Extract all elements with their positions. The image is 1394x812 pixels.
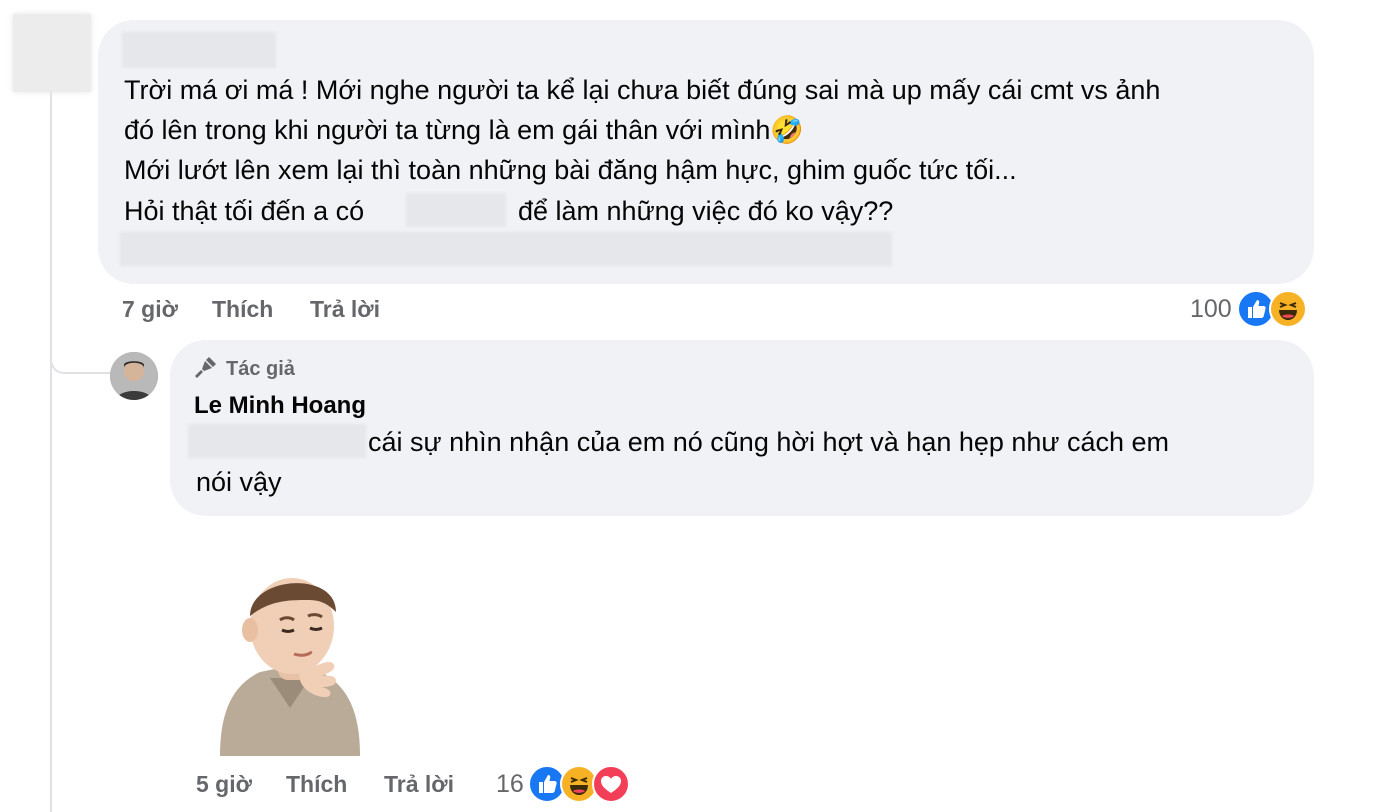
- blurred-line: [120, 232, 892, 266]
- comment-1-line-4b: để làm những việc đó ko vậy??: [518, 196, 894, 226]
- haha-icon[interactable]: [1269, 290, 1307, 328]
- comment-2-time[interactable]: 5 giờ: [196, 771, 252, 798]
- commenter-avatar-blurred[interactable]: [13, 14, 91, 92]
- comment-2-reaction-count[interactable]: 16: [496, 770, 524, 799]
- avatar-sticker-image[interactable]: [218, 570, 394, 756]
- love-icon[interactable]: [592, 765, 630, 803]
- comment-1-line-1: Trời má ơi má ! Mới nghe người ta kể lại…: [124, 75, 1161, 105]
- author-name[interactable]: Le Minh Hoang: [194, 392, 366, 420]
- comment-1-reaction-count[interactable]: 100: [1190, 295, 1232, 324]
- commenter-name-blurred[interactable]: [122, 32, 276, 68]
- comment-1-reply-button[interactable]: Trả lời: [310, 296, 380, 323]
- microphone-icon: [194, 355, 218, 384]
- comment-1-time[interactable]: 7 giờ: [122, 296, 178, 323]
- comment-2-line-2: nói vậy: [196, 467, 282, 497]
- author-avatar[interactable]: [110, 352, 158, 400]
- comment-1-line-3: Mới lướt lên xem lại thì toàn những bài …: [124, 155, 1017, 185]
- thread-line: [50, 92, 52, 812]
- comment-2-like-button[interactable]: Thích: [286, 771, 347, 798]
- comment-1-like-button[interactable]: Thích: [212, 296, 273, 323]
- comment-1-line-4a: Hỏi thật tối đến a có: [124, 196, 365, 226]
- comment-bubble-2: Tác giả Le Minh Hoang cái sự nhìn nhận c…: [170, 340, 1314, 516]
- comment-2-reply-button[interactable]: Trả lời: [384, 771, 454, 798]
- blurred-word: [406, 193, 506, 227]
- comment-1-line-2: đó lên trong khi người ta từng là em gái…: [124, 115, 805, 145]
- author-badge: Tác giả: [226, 358, 295, 380]
- comment-2-line-1: cái sự nhìn nhận của em nó cũng hời hợt …: [368, 427, 1170, 457]
- comment-bubble-1: Trời má ơi má ! Mới nghe người ta kể lại…: [98, 20, 1314, 284]
- mentioned-name-blurred[interactable]: [188, 424, 366, 458]
- thread-connector: [50, 330, 110, 374]
